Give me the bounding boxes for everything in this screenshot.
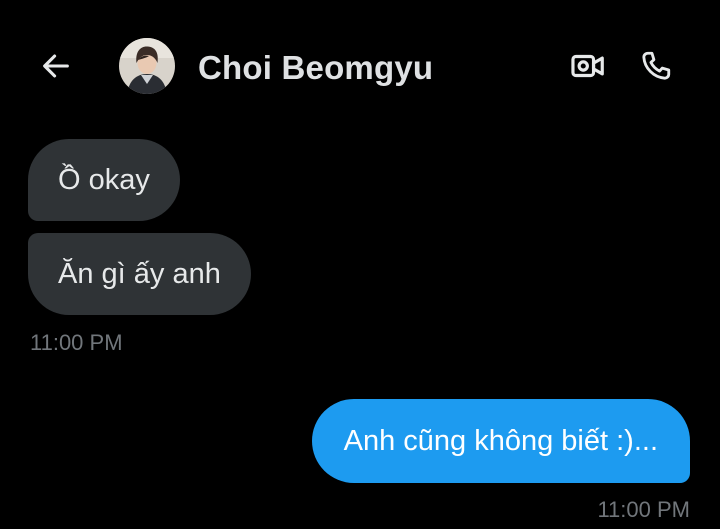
message-text: Ăn gì ấy anh (58, 257, 221, 290)
message-timestamp: 11:00 PM (30, 330, 123, 355)
back-button[interactable] (36, 46, 76, 86)
message-text: Anh cũng không biết :)... (343, 424, 658, 457)
message-bubble-sent[interactable]: Anh cũng không biết :)... (311, 399, 690, 483)
avatar[interactable] (119, 38, 175, 94)
back-arrow-icon (43, 54, 69, 78)
message-bubble-received[interactable]: Ồ okay (28, 139, 180, 221)
message-timestamp: 11:00 PM (597, 497, 690, 522)
message-text: Ồ okay (58, 163, 150, 196)
video-call-button[interactable] (566, 44, 610, 88)
avatar-image (119, 38, 175, 94)
phone-icon (642, 51, 671, 80)
contact-name[interactable]: Choi Beomgyu (198, 49, 433, 87)
conversation-header: Choi Beomgyu (0, 0, 720, 130)
video-camera-icon (571, 54, 604, 78)
voice-call-button[interactable] (634, 44, 678, 88)
message-bubble-received[interactable]: Ăn gì ấy anh (28, 233, 251, 315)
